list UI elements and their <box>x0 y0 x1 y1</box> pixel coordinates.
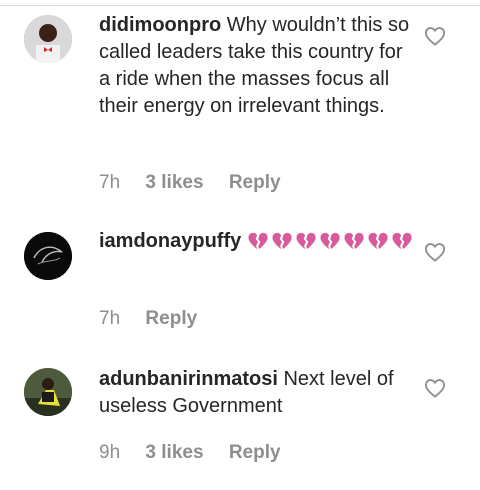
user-avatar[interactable] <box>24 232 72 280</box>
comment-meta: 7h Reply <box>99 308 217 330</box>
reply-button[interactable]: Reply <box>229 172 281 194</box>
reply-button[interactable]: Reply <box>145 308 197 330</box>
likes-count[interactable]: 3 likes <box>145 442 203 464</box>
heart-outline-icon[interactable] <box>424 378 446 398</box>
broken-heart-icon <box>296 232 316 250</box>
comment-username[interactable]: didimoonpro <box>99 14 221 36</box>
reply-button[interactable]: Reply <box>229 442 281 464</box>
comment-body: adunbanirinmatosi Next level of useless … <box>99 366 417 420</box>
broken-heart-emojis <box>247 230 415 252</box>
comment-username[interactable]: iamdonaypuffy <box>99 230 241 252</box>
comment-time: 7h <box>99 172 121 193</box>
comment-meta: 7h 3 likes Reply <box>99 172 301 194</box>
heart-outline-icon[interactable] <box>424 242 446 262</box>
broken-heart-icon <box>248 232 268 250</box>
comment-time: 7h <box>99 308 121 329</box>
comment-body: didimoonpro Why wouldn’t this so called … <box>99 12 417 120</box>
comment-meta: 9h 3 likes Reply <box>99 442 301 464</box>
user-avatar[interactable] <box>24 15 72 63</box>
comment-time: 9h <box>99 442 121 463</box>
top-divider <box>0 5 480 6</box>
heart-outline-icon[interactable] <box>424 26 446 46</box>
likes-count[interactable]: 3 likes <box>145 172 203 194</box>
user-avatar[interactable] <box>24 368 72 416</box>
broken-heart-icon <box>344 232 364 250</box>
broken-heart-icon <box>392 232 412 250</box>
broken-heart-icon <box>272 232 292 250</box>
comment-username[interactable]: adunbanirinmatosi <box>99 368 278 390</box>
comment-body: iamdonaypuffy <box>99 228 417 255</box>
broken-heart-icon <box>368 232 388 250</box>
broken-heart-icon <box>320 232 340 250</box>
